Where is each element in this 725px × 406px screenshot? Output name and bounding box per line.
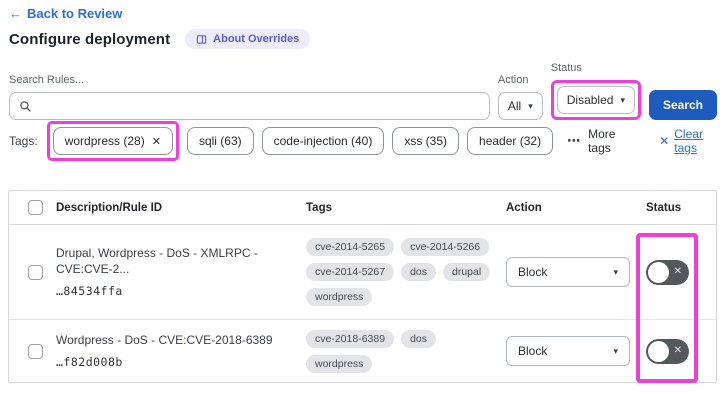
rule-tag-pill: cve-2014-5266: [401, 238, 489, 256]
status-toggle-off[interactable]: ✕: [646, 260, 689, 285]
rule-tag-pill: dos: [401, 330, 436, 348]
tag-chip-wordpress[interactable]: wordpress (28) ✕: [53, 127, 173, 155]
rule-id: …84534ffa: [56, 284, 294, 298]
toggle-x-icon: ✕: [674, 346, 682, 356]
about-overrides-badge[interactable]: About Overrides: [185, 29, 310, 49]
chevron-down-icon: ▾: [613, 347, 618, 356]
column-header-status: Status: [646, 202, 716, 214]
chevron-down-icon: ▾: [528, 102, 533, 111]
rule-tag-pill: dos: [401, 263, 436, 281]
row-checkbox[interactable]: [28, 344, 43, 359]
filter-row: Search Rules... Action All ▾ Status: [9, 62, 717, 120]
clear-icon: ✕: [659, 134, 669, 148]
toggle-knob: [648, 341, 669, 362]
tag-chip-xss[interactable]: xss (35): [392, 127, 459, 155]
chevron-down-icon: ▾: [620, 96, 625, 105]
rule-tags: cve-2018-6389 dos wordpress: [306, 330, 496, 373]
rule-tag-pill: wordpress: [306, 355, 372, 373]
action-select[interactable]: Block ▾: [506, 336, 630, 366]
status-dropdown-highlight: Disabled ▾: [551, 80, 641, 120]
status-dropdown-value: Disabled: [567, 93, 614, 107]
search-rules-label: Search Rules...: [9, 74, 490, 86]
rule-tag-pill: cve-2014-5267: [306, 263, 394, 281]
search-group: Search Rules...: [9, 74, 490, 120]
tags-bar: Tags: wordpress (28) ✕ sqli (63) code-in…: [9, 121, 725, 161]
table-row: Wordpress - DoS - CVE:CVE-2018-6389 …f82…: [9, 320, 716, 382]
rule-id: …f82d008b: [56, 355, 294, 369]
toggle-knob: [648, 262, 669, 283]
rule-description: Drupal, Wordpress - DoS - XMLRPC - CVE:C…: [56, 246, 294, 277]
status-toggle-off[interactable]: ✕: [646, 339, 689, 364]
more-tags-button[interactable]: ⋯ More tags: [567, 127, 637, 155]
chevron-down-icon: ▾: [613, 268, 618, 277]
action-filter-label: Action: [498, 74, 543, 86]
rule-tag-pill: wordpress: [306, 288, 372, 306]
more-tags-label: More tags: [588, 127, 637, 155]
action-select[interactable]: Block ▾: [506, 257, 630, 287]
search-icon: [19, 100, 32, 113]
search-input[interactable]: [38, 99, 480, 113]
tag-chip-code-injection[interactable]: code-injection (40): [262, 127, 385, 155]
tags-bar-label: Tags:: [9, 134, 38, 148]
ellipsis-icon: ⋯: [567, 133, 581, 149]
tag-chip-label: xss (35): [404, 134, 447, 148]
page-title: Configure deployment: [9, 31, 170, 48]
toggle-x-icon: ✕: [674, 267, 682, 277]
action-filter-group: Action All ▾: [498, 74, 543, 120]
status-dropdown[interactable]: Disabled ▾: [557, 86, 635, 114]
rule-tags: cve-2014-5265 cve-2014-5266 cve-2014-526…: [306, 238, 496, 306]
configure-deployment-page: ← Back to Review Configure deployment Ab…: [0, 0, 725, 406]
column-header-action: Action: [506, 202, 646, 214]
rule-tag-pill: cve-2018-6389: [306, 330, 394, 348]
back-to-review-link[interactable]: ← Back to Review: [9, 6, 122, 21]
row-checkbox[interactable]: [28, 265, 43, 280]
book-icon: [196, 34, 207, 45]
table-header-row: Description/Rule ID Tags Action Status: [9, 191, 716, 225]
rule-tag-pill: drupal: [443, 263, 490, 281]
search-box[interactable]: [9, 92, 490, 120]
title-row: Configure deployment About Overrides: [9, 29, 310, 49]
clear-tags-label: Clear tags: [674, 127, 725, 155]
search-button[interactable]: Search: [649, 90, 717, 120]
tag-chip-label: header (32): [479, 134, 541, 148]
action-dropdown-value: All: [508, 99, 521, 113]
clear-tags-button[interactable]: ✕ Clear tags: [659, 127, 725, 155]
column-header-tags: Tags: [306, 202, 506, 214]
back-link-label: Back to Review: [27, 6, 122, 21]
selected-tag-highlight: wordpress (28) ✕: [47, 121, 179, 161]
table-row: Drupal, Wordpress - DoS - XMLRPC - CVE:C…: [9, 225, 716, 320]
action-select-value: Block: [518, 265, 547, 279]
tag-chip-label: wordpress (28): [65, 134, 145, 148]
remove-tag-icon[interactable]: ✕: [152, 135, 161, 148]
rules-table: Description/Rule ID Tags Action Status D…: [8, 190, 717, 383]
tag-chip-header[interactable]: header (32): [467, 127, 553, 155]
select-all-checkbox[interactable]: [28, 200, 43, 215]
action-select-value: Block: [518, 344, 547, 358]
status-filter-group: Status Disabled ▾: [551, 62, 641, 120]
tag-chip-label: code-injection (40): [274, 134, 373, 148]
back-arrow-icon: ←: [9, 6, 22, 21]
rule-tag-pill: cve-2014-5265: [306, 238, 394, 256]
rule-description: Wordpress - DoS - CVE:CVE-2018-6389: [56, 333, 294, 349]
status-filter-label: Status: [551, 62, 641, 74]
action-dropdown[interactable]: All ▾: [498, 92, 543, 120]
about-overrides-label: About Overrides: [213, 33, 299, 45]
tag-chip-sqli[interactable]: sqli (63): [187, 127, 254, 155]
tag-chip-label: sqli (63): [199, 134, 242, 148]
column-header-description: Description/Rule ID: [56, 202, 306, 214]
